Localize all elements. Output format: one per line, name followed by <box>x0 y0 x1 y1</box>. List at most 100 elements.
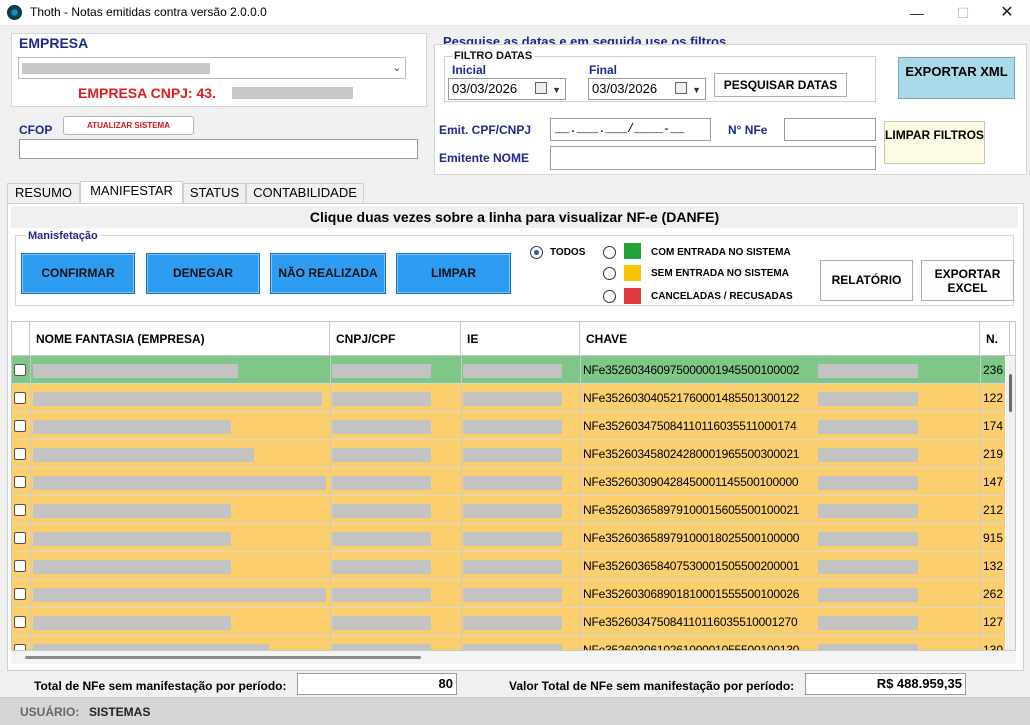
danfe-hint: Clique duas vezes sobre a linha para vis… <box>11 206 1018 228</box>
total-count-label: Total de NFe sem manifestação por períod… <box>34 679 287 693</box>
redacted-chave-tail <box>818 560 918 574</box>
nfe-grid[interactable]: NOME FANTASIA (EMPRESA) CNPJ/CPF IE CHAV… <box>11 321 1016 651</box>
grid-header: NOME FANTASIA (EMPRESA) CNPJ/CPF IE CHAV… <box>12 322 1015 356</box>
tab-manifestar[interactable]: MANIFESTAR <box>80 181 183 204</box>
column-header-ie[interactable]: IE <box>461 322 580 356</box>
row-checkbox[interactable] <box>14 448 26 460</box>
redacted-ie <box>463 504 562 518</box>
redacted-cnpj <box>232 87 353 99</box>
nao-realizada-button[interactable]: NÃO REALIZADA <box>270 253 386 294</box>
table-row[interactable]: NFe352603475084110116035511000174 174 <box>12 412 1005 440</box>
start-date-picker[interactable]: 03/03/2026 ▼ <box>448 78 566 100</box>
cell-divider <box>461 440 462 468</box>
column-header-chave[interactable]: CHAVE <box>580 322 980 356</box>
calendar-icon <box>535 82 547 94</box>
row-checkbox[interactable] <box>14 560 26 572</box>
row-checkbox[interactable] <box>14 644 26 650</box>
column-header-numero[interactable]: N. <box>980 322 1010 356</box>
radio-com-entrada[interactable] <box>603 246 616 259</box>
cell-divider <box>980 524 981 552</box>
radio-sem-entrada[interactable] <box>603 267 616 280</box>
minimize-button[interactable]: — <box>894 0 940 26</box>
redacted-cnpj <box>332 392 431 406</box>
redacted-chave-tail <box>818 364 918 378</box>
table-row[interactable]: NFe352603658979100015605500100021 212 <box>12 496 1005 524</box>
limpar-button[interactable]: LIMPAR <box>396 253 511 294</box>
cell-chave: NFe352603475084110116035511000174 <box>583 419 797 433</box>
tab-status[interactable]: STATUS <box>183 183 246 203</box>
exportar-xml-button[interactable]: EXPORTAR XML <box>898 57 1015 99</box>
redacted-chave-tail <box>818 504 918 518</box>
redacted-nome <box>33 476 326 490</box>
cfop-input[interactable] <box>19 139 418 159</box>
maximize-button[interactable]: ☐ <box>940 0 986 26</box>
redacted-chave-tail <box>818 392 918 406</box>
redacted-cnpj <box>332 476 431 490</box>
table-row[interactable]: NFe352603090428450001145500100000 147 <box>12 468 1005 496</box>
row-checkbox[interactable] <box>14 532 26 544</box>
emit-nome-input[interactable] <box>550 146 876 170</box>
tab-contabilidade[interactable]: CONTABILIDADE <box>246 183 364 203</box>
relatorio-button[interactable]: RELATÓRIO <box>820 260 913 301</box>
close-button[interactable]: ✕ <box>984 0 1030 26</box>
empresa-select[interactable]: ⌄ <box>18 57 406 79</box>
row-checkbox[interactable] <box>14 616 26 628</box>
row-checkbox[interactable] <box>14 588 26 600</box>
radio-canceladas[interactable] <box>603 290 616 303</box>
cell-numero: 132 <box>983 559 1004 573</box>
table-row[interactable]: NFe352603040521760001485501300122 122 <box>12 384 1005 412</box>
nnfe-input[interactable] <box>784 118 876 141</box>
cell-divider <box>980 580 981 608</box>
column-header-cnpj[interactable]: CNPJ/CPF <box>330 322 461 356</box>
atualizar-sistema-button[interactable]: ATUALIZAR SISTEMA <box>63 116 194 135</box>
redacted-chave-tail <box>818 476 918 490</box>
radio-todos[interactable] <box>530 246 543 259</box>
redacted-nome <box>33 420 231 434</box>
exportar-excel-button[interactable]: EXPORTAR EXCEL <box>921 260 1014 301</box>
cell-chave: NFe352603658979100015605500100021 <box>583 503 800 517</box>
pesquisar-datas-button[interactable]: PESQUISAR DATAS <box>714 73 847 97</box>
cell-divider <box>330 412 331 440</box>
cell-divider <box>330 440 331 468</box>
scroll-thumb[interactable] <box>25 656 421 659</box>
redacted-cnpj <box>332 420 431 434</box>
cell-divider <box>980 440 981 468</box>
table-row[interactable]: NFe352603061026100001055500100130 130 <box>12 636 1005 650</box>
denegar-button[interactable]: DENEGAR <box>146 253 260 294</box>
start-date-label: Inicial <box>452 63 487 77</box>
row-checkbox[interactable] <box>14 364 26 376</box>
table-row[interactable]: NFe352603475084110116035510001270 127 <box>12 608 1005 636</box>
emit-cpf-input[interactable]: __.___.___/____-__ <box>550 118 711 141</box>
confirmar-button[interactable]: CONFIRMAR <box>21 253 135 294</box>
cell-divider <box>461 496 462 524</box>
table-row[interactable]: NFe352603460975000001945500100002 236 <box>12 356 1005 384</box>
cell-divider <box>30 384 31 412</box>
scroll-thumb[interactable] <box>1009 374 1012 412</box>
end-date-label: Final <box>589 63 618 77</box>
redacted-cnpj <box>332 560 431 574</box>
limpar-filtros-button[interactable]: LIMPAR FILTROS <box>884 121 985 164</box>
column-header-nome[interactable]: NOME FANTASIA (EMPRESA) <box>30 322 330 356</box>
tab-resumo[interactable]: RESUMO <box>7 183 80 203</box>
legend-swatch-canceladas <box>624 288 641 304</box>
vertical-scrollbar[interactable] <box>1006 356 1015 650</box>
cell-divider <box>980 384 981 412</box>
radio-sem-entrada-label: SEM ENTRADA NO SISTEMA <box>651 268 789 279</box>
horizontal-scrollbar[interactable] <box>11 651 1016 664</box>
row-checkbox[interactable] <box>14 420 26 432</box>
cell-numero: 915 <box>983 531 1004 545</box>
row-checkbox[interactable] <box>14 476 26 488</box>
row-checkbox[interactable] <box>14 392 26 404</box>
cell-divider <box>330 384 331 412</box>
table-row[interactable]: NFe352603458024280001965500300021 219 <box>12 440 1005 468</box>
redacted-cnpj <box>332 616 431 630</box>
end-date-picker[interactable]: 03/03/2026 ▼ <box>588 78 706 100</box>
table-row[interactable]: NFe352603658407530001505500200001 132 <box>12 552 1005 580</box>
table-row[interactable]: NFe352603658979100018025500100000 915 <box>12 524 1005 552</box>
cell-divider <box>980 412 981 440</box>
table-row[interactable]: NFe352603068901810001555500100026 262 <box>12 580 1005 608</box>
cell-divider <box>30 440 31 468</box>
cell-divider <box>330 608 331 636</box>
cell-divider <box>980 552 981 580</box>
row-checkbox[interactable] <box>14 504 26 516</box>
